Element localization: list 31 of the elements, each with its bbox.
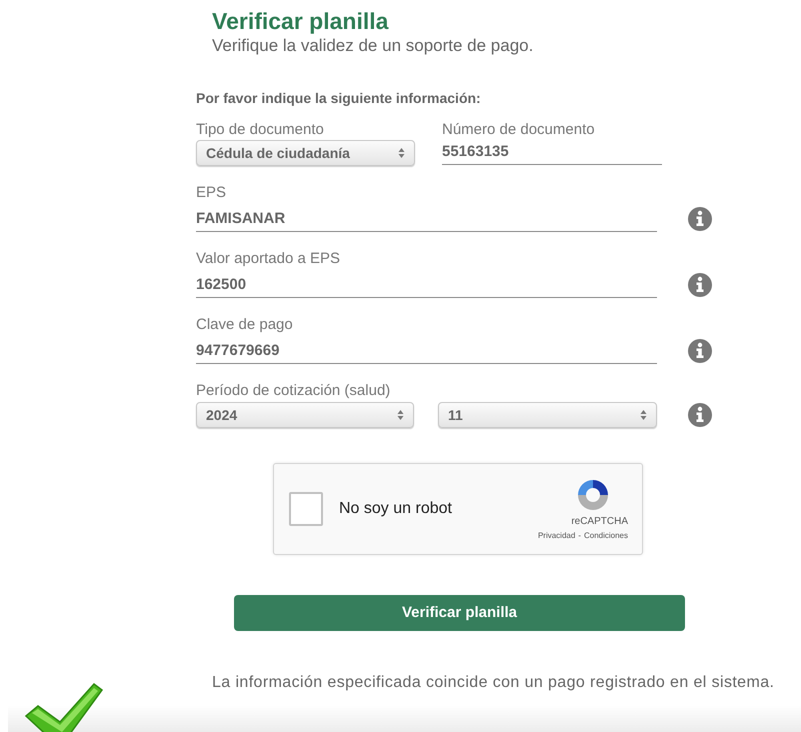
info-icon[interactable]: [687, 272, 713, 298]
field-label: Período de cotización (salud): [196, 382, 392, 400]
input-field[interactable]: FAMISANAR: [196, 206, 657, 232]
input-field[interactable]: 55163135: [442, 139, 662, 165]
select-field[interactable]: 11: [438, 402, 657, 428]
page-title: Verificar planilla: [212, 7, 390, 35]
info-icon[interactable]: [687, 206, 713, 232]
field-label: EPS: [196, 184, 228, 202]
recaptcha-brand: reCAPTCHA: [571, 516, 628, 528]
privacy-link[interactable]: Privacidad: [538, 530, 576, 542]
field-label: Número de documento: [442, 121, 596, 139]
select-arrows-icon: [640, 409, 647, 421]
page-subtitle: Verifique la validez de un soporte de pago.: [212, 35, 534, 57]
input-field[interactable]: 9477679669: [196, 338, 657, 364]
select-arrows-icon: [397, 409, 404, 421]
input-field[interactable]: 162500: [196, 272, 657, 298]
select-field[interactable]: Cédula de ciudadanía: [196, 140, 415, 166]
terms-link[interactable]: Condiciones: [584, 530, 628, 542]
field-label: Valor aportado a EPS: [196, 250, 341, 268]
form-intro: Por favor indique la siguiente información:: [196, 89, 482, 107]
info-icon[interactable]: [687, 338, 713, 364]
verify-button[interactable]: Verificar planilla: [234, 595, 685, 631]
link-separator: -: [578, 530, 581, 542]
select-arrows-icon: [398, 147, 405, 159]
field-label: Clave de pago: [196, 316, 294, 334]
field-label: Tipo de documento: [196, 121, 325, 139]
info-icon[interactable]: [687, 402, 713, 428]
captcha-label: No soy un robot: [339, 499, 453, 519]
select-field[interactable]: 2024: [196, 402, 414, 428]
result-message: La información especificada coincide con un pago registrado en el sistema.: [212, 674, 776, 692]
captcha-checkbox[interactable]: [289, 492, 323, 526]
